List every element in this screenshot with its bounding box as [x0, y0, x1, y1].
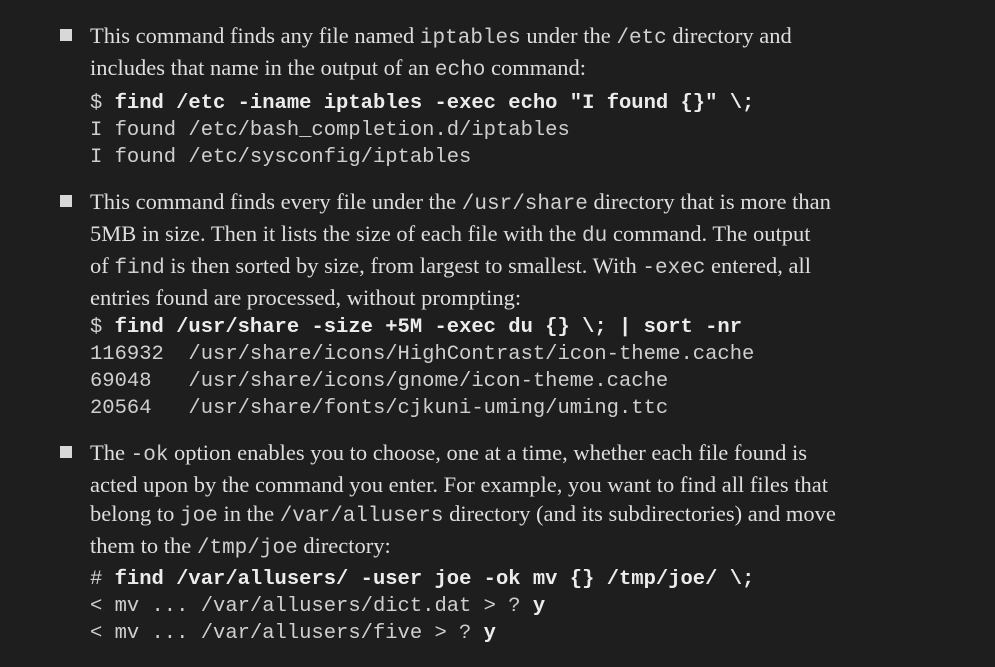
- text: under the: [520, 23, 617, 48]
- code-block: # find /var/allusers/ -user joe -ok mv {…: [90, 566, 754, 647]
- text: entered, all: [705, 253, 811, 278]
- paragraph: This command finds any file named iptabl…: [90, 21, 970, 85]
- text: command:: [485, 55, 586, 80]
- text: is then sorted by size, from largest to …: [164, 253, 643, 278]
- paragraph: The -ok option enables you to choose, on…: [90, 438, 970, 563]
- text-line: of find is then sorted by size, from lar…: [90, 251, 970, 283]
- inline-code: find: [114, 257, 165, 280]
- output-line: I found /etc/sysconfig/iptables: [90, 146, 472, 169]
- command: find /var/allusers/ -user joe -ok mv {} …: [114, 568, 755, 591]
- inline-code: iptables: [419, 27, 521, 50]
- text: them to the: [90, 533, 197, 558]
- shell-prompt: $: [90, 316, 115, 339]
- text-line: includes that name in the output of an e…: [90, 53, 970, 85]
- output-line: < mv ... /var/allusers/five > ? y: [90, 620, 754, 647]
- text: directory that is more than: [587, 189, 831, 214]
- shell-prompt: $: [90, 92, 115, 115]
- output-line: 116932 /usr/share/icons/HighContrast/ico…: [90, 343, 755, 366]
- text-line: The -ok option enables you to choose, on…: [90, 438, 970, 470]
- text-line: This command finds every file under the …: [90, 187, 970, 219]
- output-line: I found /etc/bash_completion.d/iptables: [90, 119, 570, 142]
- user-answer: y: [483, 622, 496, 645]
- square-bullet-icon: [60, 446, 72, 458]
- text: acted upon by the command you enter. For…: [90, 472, 828, 497]
- text: directory (and its subdirectories) and m…: [443, 501, 836, 526]
- square-bullet-icon: [60, 29, 72, 41]
- user-answer: y: [532, 595, 546, 618]
- text-line: them to the /tmp/joe directory:: [90, 531, 970, 563]
- text: This command finds any file named: [90, 23, 420, 48]
- shell-prompt: #: [90, 568, 115, 591]
- code-block: $ find /usr/share -size +5M -exec du {} …: [90, 314, 754, 422]
- command: find /etc -iname iptables -exec echo "I …: [114, 92, 755, 115]
- output-line: 69048 /usr/share/icons/gnome/icon-theme.…: [90, 370, 669, 393]
- text: 5MB in size. Then it lists the size of e…: [90, 221, 582, 246]
- inline-code: echo: [434, 59, 486, 82]
- text: of: [90, 253, 115, 278]
- text: directory and: [666, 23, 792, 48]
- output-text: < mv ... /var/allusers/five > ?: [90, 622, 484, 645]
- text: includes that name in the output of an: [90, 55, 435, 80]
- square-bullet-icon: [60, 195, 72, 207]
- inline-code: du: [581, 225, 608, 248]
- command-line: $ find /usr/share -size +5M -exec du {} …: [90, 314, 754, 341]
- command-line: # find /var/allusers/ -user joe -ok mv {…: [90, 566, 754, 593]
- command-line: $ find /etc -iname iptables -exec echo "…: [90, 90, 754, 117]
- text-line: acted upon by the command you enter. For…: [90, 470, 970, 499]
- output-line: 20564 /usr/share/fonts/cjkuni-uming/umin…: [90, 397, 669, 420]
- text: belong to: [90, 501, 180, 526]
- text: directory:: [297, 533, 391, 558]
- text-line: belong to joe in the /var/allusers direc…: [90, 499, 970, 531]
- inline-code: -ok: [130, 444, 169, 467]
- text-line: entries found are processed, without pro…: [90, 283, 970, 312]
- output-line: < mv ... /var/allusers/dict.dat > ? y: [90, 593, 754, 620]
- text: entries found are processed, without pro…: [90, 285, 522, 310]
- inline-code: joe: [180, 505, 218, 528]
- command: find /usr/share -size +5M -exec du {} \;…: [114, 316, 743, 339]
- text-line: 5MB in size. Then it lists the size of e…: [90, 219, 970, 251]
- text-line: This command finds any file named iptabl…: [90, 21, 970, 53]
- inline-code: /usr/share: [461, 193, 588, 216]
- inline-code: /var/allusers: [279, 505, 444, 528]
- text: in the: [217, 501, 280, 526]
- inline-code: -exec: [642, 257, 706, 280]
- text: command. The output: [607, 221, 811, 246]
- paragraph: This command finds every file under the …: [90, 187, 970, 312]
- inline-code: /etc: [616, 27, 667, 50]
- inline-code: /tmp/joe: [196, 537, 298, 560]
- text: option enables you to choose, one at a t…: [168, 440, 807, 465]
- code-block: $ find /etc -iname iptables -exec echo "…: [90, 90, 754, 171]
- text: This command finds every file under the: [90, 189, 462, 214]
- output-text: < mv ... /var/allusers/dict.dat > ?: [90, 595, 533, 618]
- text: The: [90, 440, 131, 465]
